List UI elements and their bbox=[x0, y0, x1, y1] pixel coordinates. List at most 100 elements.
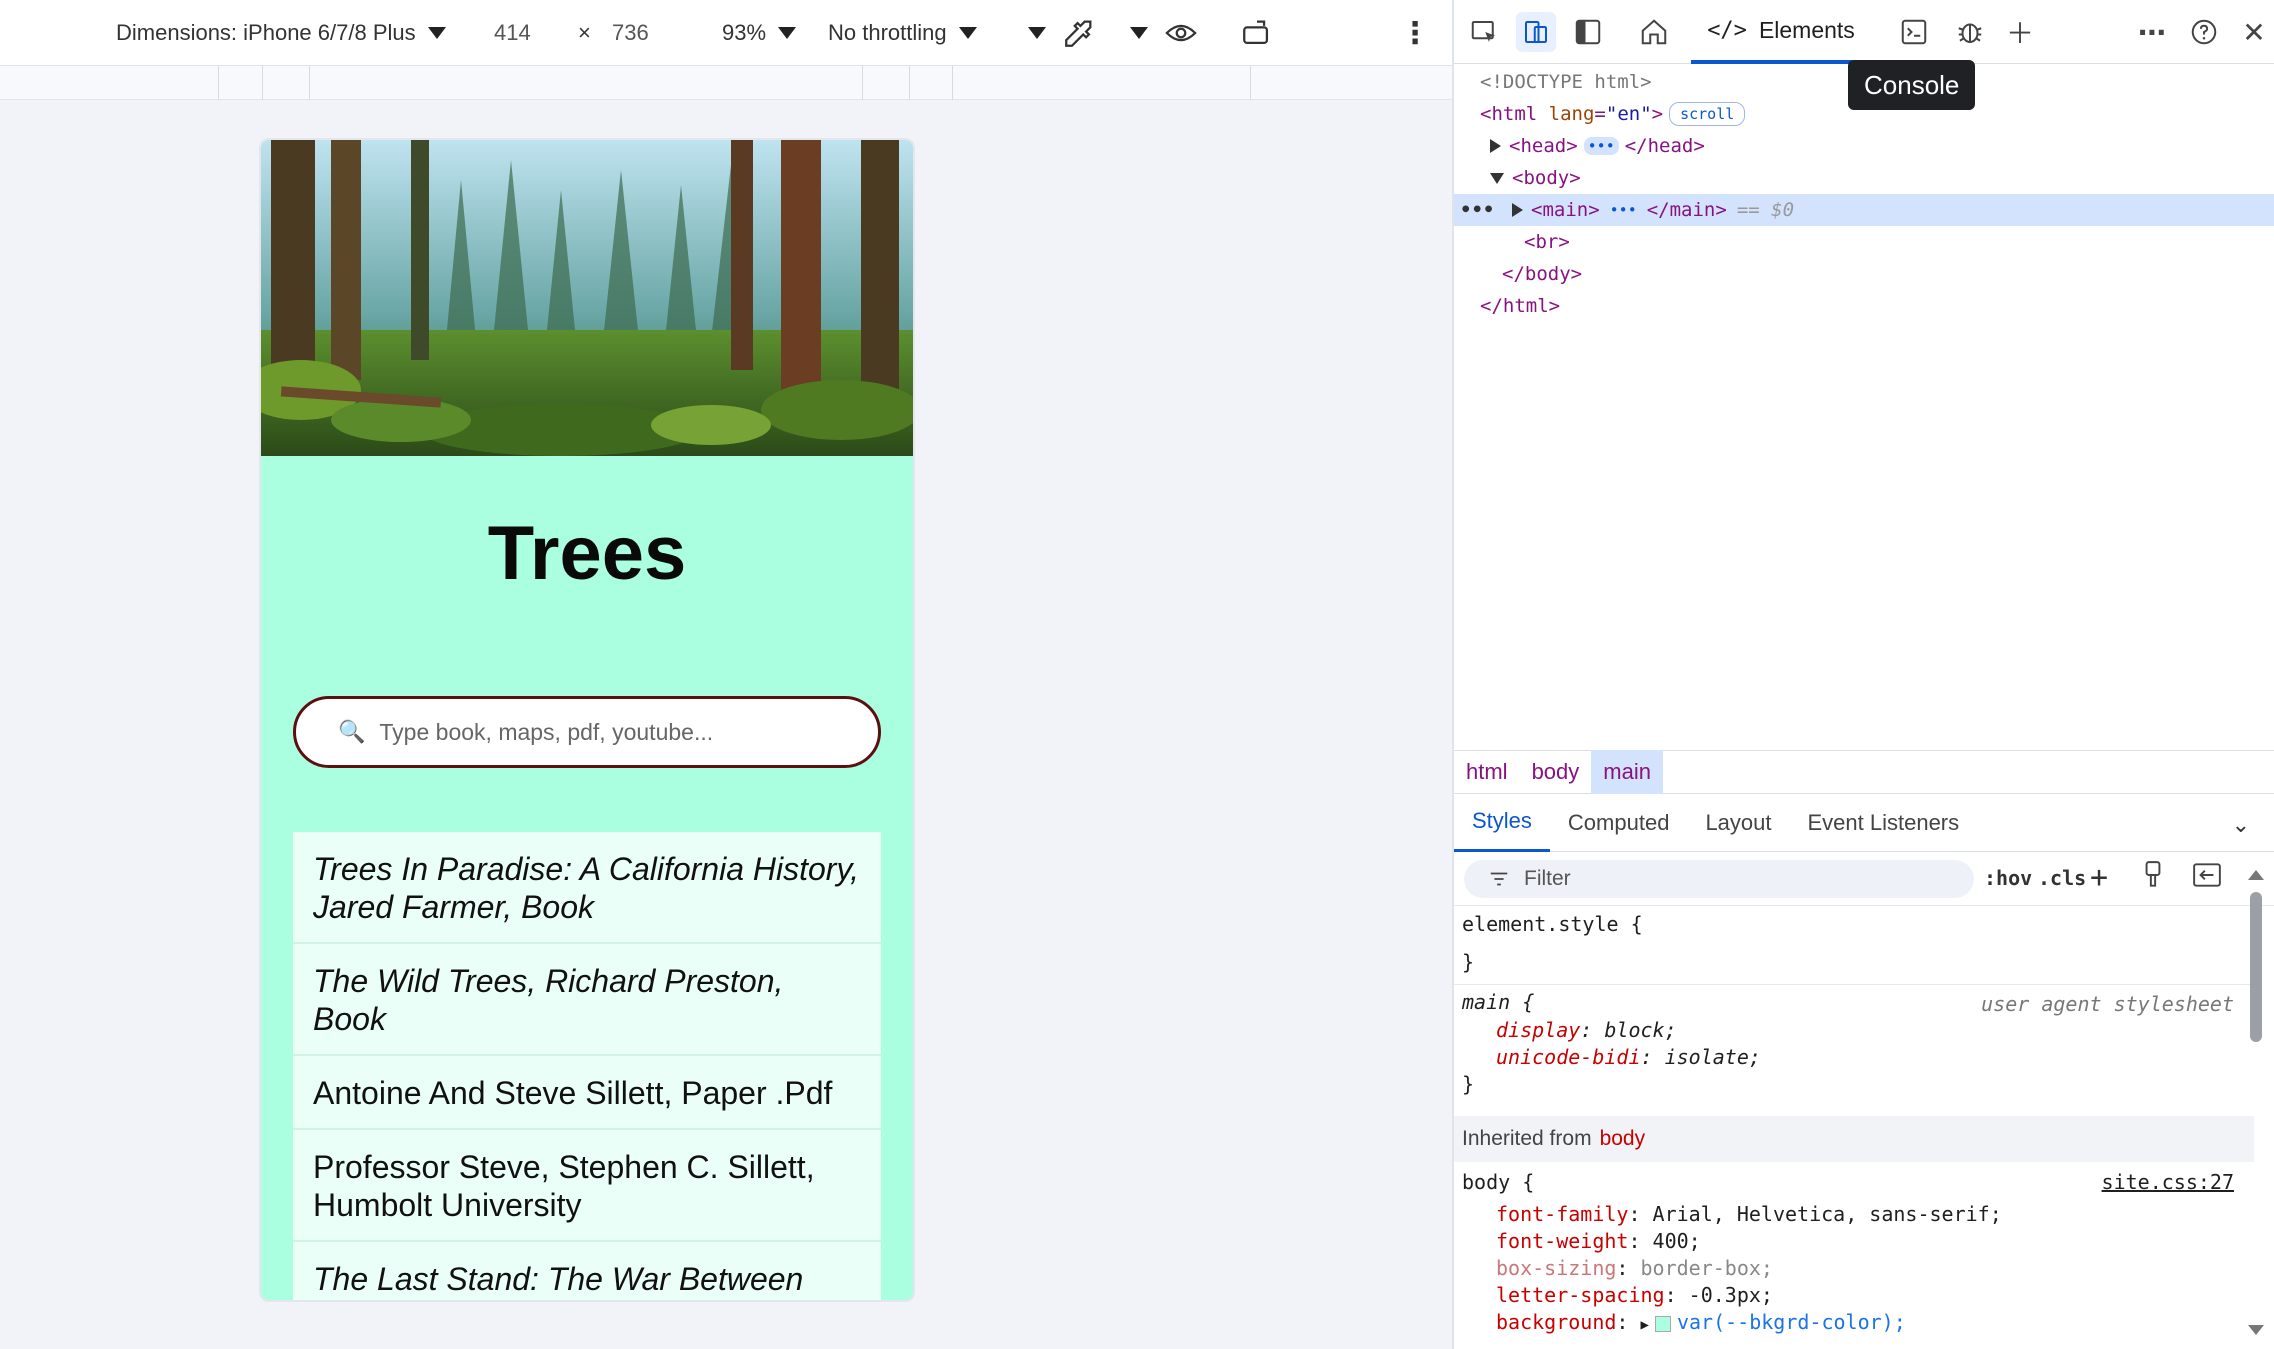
css-property-row[interactable]: letter-spacing: -0.3px; bbox=[1496, 1283, 1773, 1307]
hov-toggle[interactable]: :hov bbox=[1984, 866, 2032, 890]
css-property-row[interactable]: font-family: Arial, Helvetica, sans-seri… bbox=[1496, 1202, 2002, 1226]
dom-main-node[interactable]: ••• <main> ••• </main> == $0 bbox=[1454, 194, 2274, 226]
css-property-row[interactable]: font-weight: 400; bbox=[1496, 1229, 1701, 1253]
eyedropper-icon[interactable] bbox=[1062, 0, 1096, 66]
list-item[interactable]: Antoine And Steve Sillett, Paper .Pdf bbox=[293, 1056, 881, 1130]
css-property-name: unicode-bidi bbox=[1496, 1045, 1641, 1069]
chevron-down-icon[interactable]: ⌄ bbox=[2232, 812, 2250, 838]
inherited-tag-link[interactable]: body bbox=[1600, 1127, 1646, 1151]
css-property-name: box-sizing bbox=[1496, 1256, 1617, 1280]
css-property-row[interactable]: box-sizing: border-box; bbox=[1496, 1256, 1773, 1280]
css-property-row[interactable]: background: ▶ var(--bkgrd-color); bbox=[1496, 1310, 1906, 1334]
collapsed-ellipsis[interactable]: ••• bbox=[1605, 201, 1641, 219]
devtools-panel: </> Elements ＋ ⋯ ✕ <!DOCTYPE html> <html… bbox=[1452, 0, 2274, 1349]
media-query-ruler bbox=[0, 66, 1452, 100]
breadcrumb-body[interactable]: body bbox=[1520, 750, 1592, 794]
expand-arrow-icon[interactable] bbox=[1512, 203, 1523, 217]
zoom-dropdown[interactable]: 93% bbox=[722, 0, 797, 66]
rotate-icon[interactable] bbox=[1240, 0, 1274, 66]
breadcrumb-main[interactable]: main bbox=[1591, 750, 1663, 794]
scroll-thumb[interactable] bbox=[2250, 892, 2262, 1042]
css-property-value[interactable]: var(--bkgrd-color); bbox=[1677, 1310, 1906, 1334]
collapsed-ellipsis[interactable]: ••• bbox=[1583, 137, 1619, 155]
head-close-tag: </head> bbox=[1624, 135, 1705, 157]
head-open-tag: <head> bbox=[1509, 135, 1578, 157]
css-property-row[interactable]: display: block; bbox=[1496, 1018, 1677, 1042]
expand-arrow-icon[interactable]: ▶ bbox=[1641, 1317, 1649, 1333]
bug-icon[interactable] bbox=[1950, 12, 1990, 52]
selected-marker: == $0 bbox=[1736, 199, 1795, 221]
close-icon[interactable]: ✕ bbox=[2234, 12, 2274, 52]
eye-icon[interactable] bbox=[1164, 0, 1198, 66]
main-close-tag: </main> bbox=[1646, 199, 1727, 221]
tab-elements[interactable]: </> Elements bbox=[1691, 0, 1871, 64]
ua-stylesheet-note: user agent stylesheet bbox=[1981, 992, 2234, 1016]
code-icon: </> bbox=[1707, 17, 1747, 43]
scroll-down-icon[interactable] bbox=[2248, 1325, 2264, 1335]
height-input[interactable]: 736 bbox=[612, 0, 649, 66]
dom-body-close[interactable]: </body> bbox=[1454, 258, 2274, 290]
chevron-down-icon bbox=[1028, 27, 1046, 39]
list-item[interactable]: The Wild Trees, Richard Preston, Book bbox=[293, 944, 881, 1056]
filter-placeholder: Filter bbox=[1524, 867, 1571, 890]
search-icon: 🔍 bbox=[338, 719, 366, 744]
main-rule-selector[interactable]: main { bbox=[1462, 990, 1534, 1014]
css-property-value: border-box; bbox=[1640, 1256, 1773, 1280]
device-toolbar-icon[interactable] bbox=[1516, 12, 1556, 52]
inspect-icon[interactable] bbox=[1464, 12, 1504, 52]
save-data-dropdown[interactable] bbox=[1028, 0, 1046, 66]
filter-input[interactable]: Filter bbox=[1464, 860, 1974, 898]
list-item[interactable]: Trees In Paradise: A California History,… bbox=[293, 832, 881, 944]
list-item[interactable]: Professor Steve, Stephen C. Sillett, Hum… bbox=[293, 1130, 881, 1242]
color-swatch[interactable] bbox=[1654, 1315, 1671, 1332]
css-property-name: background bbox=[1496, 1310, 1617, 1334]
expand-arrow-icon[interactable] bbox=[1490, 139, 1501, 153]
dom-tree: <!DOCTYPE html> <html lang = "en" > scroll … bbox=[1454, 64, 2274, 750]
tab-styles[interactable]: Styles bbox=[1454, 794, 1550, 852]
vision-dropdown[interactable] bbox=[1130, 0, 1148, 66]
tab-layout[interactable]: Layout bbox=[1687, 794, 1789, 852]
sidebar-toggle-icon[interactable] bbox=[2192, 862, 2222, 893]
styles-scrollbar[interactable] bbox=[2246, 870, 2266, 1340]
tab-event-listeners[interactable]: Event Listeners bbox=[1790, 794, 1978, 852]
device-emulation-area: Dimensions: iPhone 6/7/8 Plus 414 × 736 … bbox=[0, 0, 1452, 1349]
plus-icon[interactable]: ＋ bbox=[2000, 12, 2040, 52]
inherited-header: Inherited from body bbox=[1454, 1116, 2254, 1162]
dimensions-dropdown[interactable]: Dimensions: iPhone 6/7/8 Plus bbox=[116, 0, 446, 66]
paint-brush-icon[interactable] bbox=[2140, 860, 2166, 895]
css-property-name: display bbox=[1496, 1018, 1581, 1042]
node-actions-icon[interactable]: ••• bbox=[1460, 199, 1494, 221]
dom-head-node[interactable]: <head> ••• </head> bbox=[1454, 130, 2274, 162]
dom-body-node[interactable]: <body> bbox=[1454, 162, 2274, 194]
page-title: Trees bbox=[487, 511, 687, 596]
collapse-arrow-icon[interactable] bbox=[1490, 172, 1504, 184]
body-open-tag: <body> bbox=[1512, 167, 1581, 189]
device-viewport: Trees 🔍 Type book, maps, pdf, youtube...… bbox=[259, 138, 915, 1302]
body-rule-selector[interactable]: body { bbox=[1462, 1170, 1534, 1194]
styles-subtabs: Styles Computed Layout Event Listeners ⌄ bbox=[1454, 794, 2274, 852]
scroll-badge[interactable]: scroll bbox=[1669, 102, 1746, 126]
dom-html-close[interactable]: </html> bbox=[1454, 290, 2274, 322]
console-icon[interactable] bbox=[1894, 12, 1934, 52]
more-tools-icon[interactable]: ⋯ bbox=[2132, 12, 2172, 52]
help-icon[interactable] bbox=[2184, 12, 2224, 52]
doctype-text: <!DOCTYPE html> bbox=[1480, 71, 1652, 93]
throttling-dropdown[interactable]: No throttling bbox=[828, 0, 977, 66]
element-style-selector[interactable]: element.style { bbox=[1462, 912, 1643, 936]
search-input[interactable]: 🔍 Type book, maps, pdf, youtube... bbox=[293, 696, 881, 768]
dom-br-node[interactable]: <br> bbox=[1454, 226, 2274, 258]
list-item[interactable]: The Last Stand: The War Between bbox=[293, 1242, 881, 1300]
dock-side-icon[interactable] bbox=[1568, 12, 1608, 52]
scroll-up-icon[interactable] bbox=[2248, 870, 2264, 880]
width-input[interactable]: 414 bbox=[494, 0, 531, 66]
new-rule-icon[interactable]: + bbox=[2090, 860, 2108, 895]
lang-value: "en" bbox=[1605, 103, 1652, 125]
home-icon[interactable] bbox=[1634, 12, 1674, 52]
chevron-down-icon bbox=[427, 27, 446, 39]
more-options-icon[interactable]: ⋮ bbox=[1400, 0, 1430, 66]
source-link[interactable]: site.css:27 bbox=[2102, 1170, 2234, 1194]
tab-computed[interactable]: Computed bbox=[1550, 794, 1688, 852]
cls-toggle[interactable]: .cls bbox=[2038, 866, 2086, 890]
css-property-row[interactable]: unicode-bidi: isolate; bbox=[1496, 1045, 1761, 1069]
breadcrumb-html[interactable]: html bbox=[1454, 750, 1520, 794]
